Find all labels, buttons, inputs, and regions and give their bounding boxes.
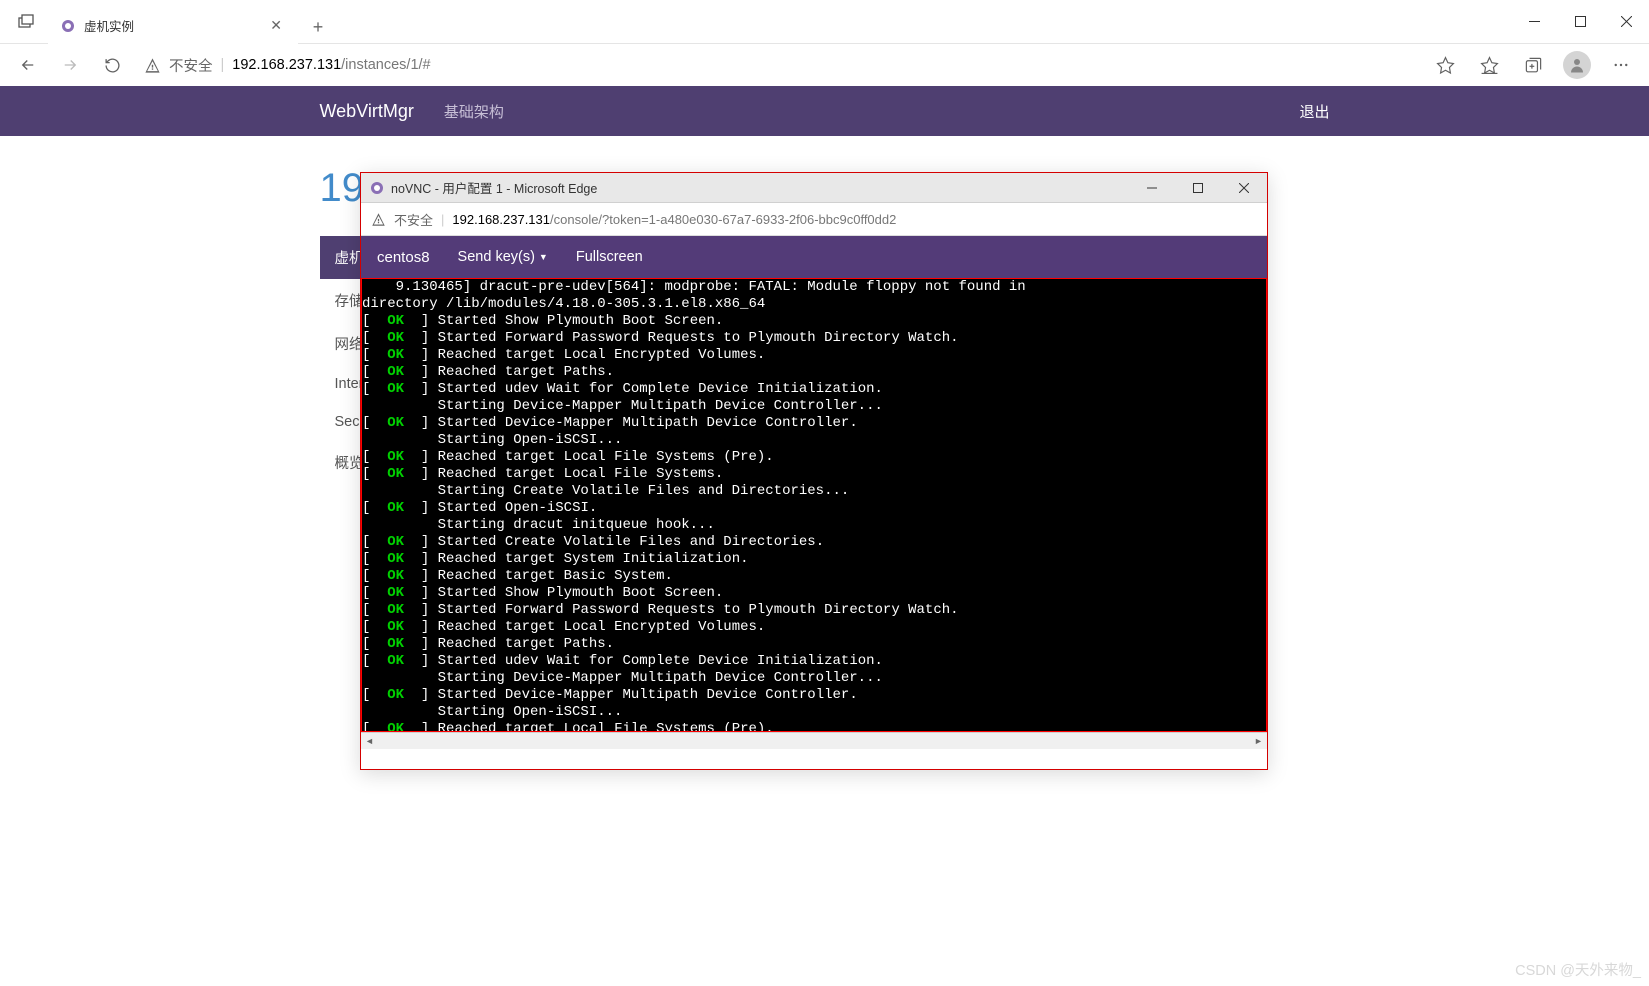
chevron-down-icon: ▼ xyxy=(539,252,548,262)
url-path: /instances/1/# xyxy=(341,57,430,73)
tab-favicon-icon xyxy=(60,18,76,34)
collections-icon[interactable] xyxy=(1513,49,1553,81)
popup-address-bar: 不安全 | 192.168.237.131/console/?token=1-a… xyxy=(361,203,1267,236)
fullscreen-button[interactable]: Fullscreen xyxy=(576,249,643,265)
console-output[interactable]: 9.130465] dracut-pre-udev[564]: modprobe… xyxy=(361,278,1267,732)
popup-security-label: 不安全 xyxy=(394,210,433,229)
forward-button[interactable] xyxy=(50,49,90,81)
popup-minimize-button[interactable] xyxy=(1129,173,1175,203)
app-brand[interactable]: WebVirtMgr xyxy=(320,101,414,122)
logout-link[interactable]: 退出 xyxy=(1299,101,1329,122)
popup-title: noVNC - 用户配置 1 - Microsoft Edge xyxy=(391,178,597,197)
scroll-left-icon[interactable]: ◄ xyxy=(361,733,378,750)
popup-insecure-icon xyxy=(371,212,386,227)
app-header: WebVirtMgr 基础架构 退出 xyxy=(0,86,1649,136)
favorite-icon[interactable] xyxy=(1425,49,1465,81)
more-icon[interactable] xyxy=(1601,49,1641,81)
avatar-icon xyxy=(1563,51,1591,79)
nav-infrastructure[interactable]: 基础架构 xyxy=(444,101,504,122)
refresh-button[interactable] xyxy=(92,49,132,81)
favorites-icon[interactable] xyxy=(1469,49,1509,81)
tab-title: 虚机实例 xyxy=(84,16,266,35)
address-bar: 不安全 | 192.168.237.131/instances/1/# xyxy=(0,44,1649,86)
popup-maximize-button[interactable] xyxy=(1175,173,1221,203)
browser-tab[interactable]: 虚机实例 ✕ xyxy=(48,8,298,44)
vm-name: centos8 xyxy=(377,249,430,266)
popup-favicon-icon xyxy=(369,180,385,196)
popup-titlebar[interactable]: noVNC - 用户配置 1 - Microsoft Edge xyxy=(361,173,1267,203)
popup-close-button[interactable] xyxy=(1221,173,1267,203)
security-label: 不安全 xyxy=(169,55,213,76)
window-maximize-button[interactable] xyxy=(1557,6,1603,38)
back-button[interactable] xyxy=(8,49,48,81)
url-input[interactable]: 不安全 | 192.168.237.131/instances/1/# xyxy=(134,49,1423,81)
novnc-toolbar: centos8 Send key(s)▼ Fullscreen xyxy=(361,236,1267,278)
profile-button[interactable] xyxy=(1557,49,1597,81)
insecure-icon xyxy=(144,57,161,74)
window-minimize-button[interactable] xyxy=(1511,6,1557,38)
popup-url-path: /console/?token=1-a480e030-67a7-6933-2f0… xyxy=(550,212,896,227)
tab-close-icon[interactable]: ✕ xyxy=(266,17,286,34)
horizontal-scrollbar[interactable]: ◄ ► xyxy=(361,732,1267,749)
tabs-icon[interactable] xyxy=(8,4,44,40)
url-host: 192.168.237.131 xyxy=(232,57,341,73)
window-close-button[interactable] xyxy=(1603,6,1649,38)
scroll-right-icon[interactable]: ► xyxy=(1250,733,1267,750)
browser-titlebar: 虚机实例 ✕ + xyxy=(0,0,1649,44)
novnc-popup: noVNC - 用户配置 1 - Microsoft Edge 不安全 | 19… xyxy=(360,172,1268,770)
new-tab-button[interactable]: + xyxy=(302,12,334,44)
popup-url-host: 192.168.237.131 xyxy=(452,212,550,227)
watermark: CSDN @天外来物_ xyxy=(1515,959,1641,980)
send-key-dropdown[interactable]: Send key(s)▼ xyxy=(458,249,548,265)
